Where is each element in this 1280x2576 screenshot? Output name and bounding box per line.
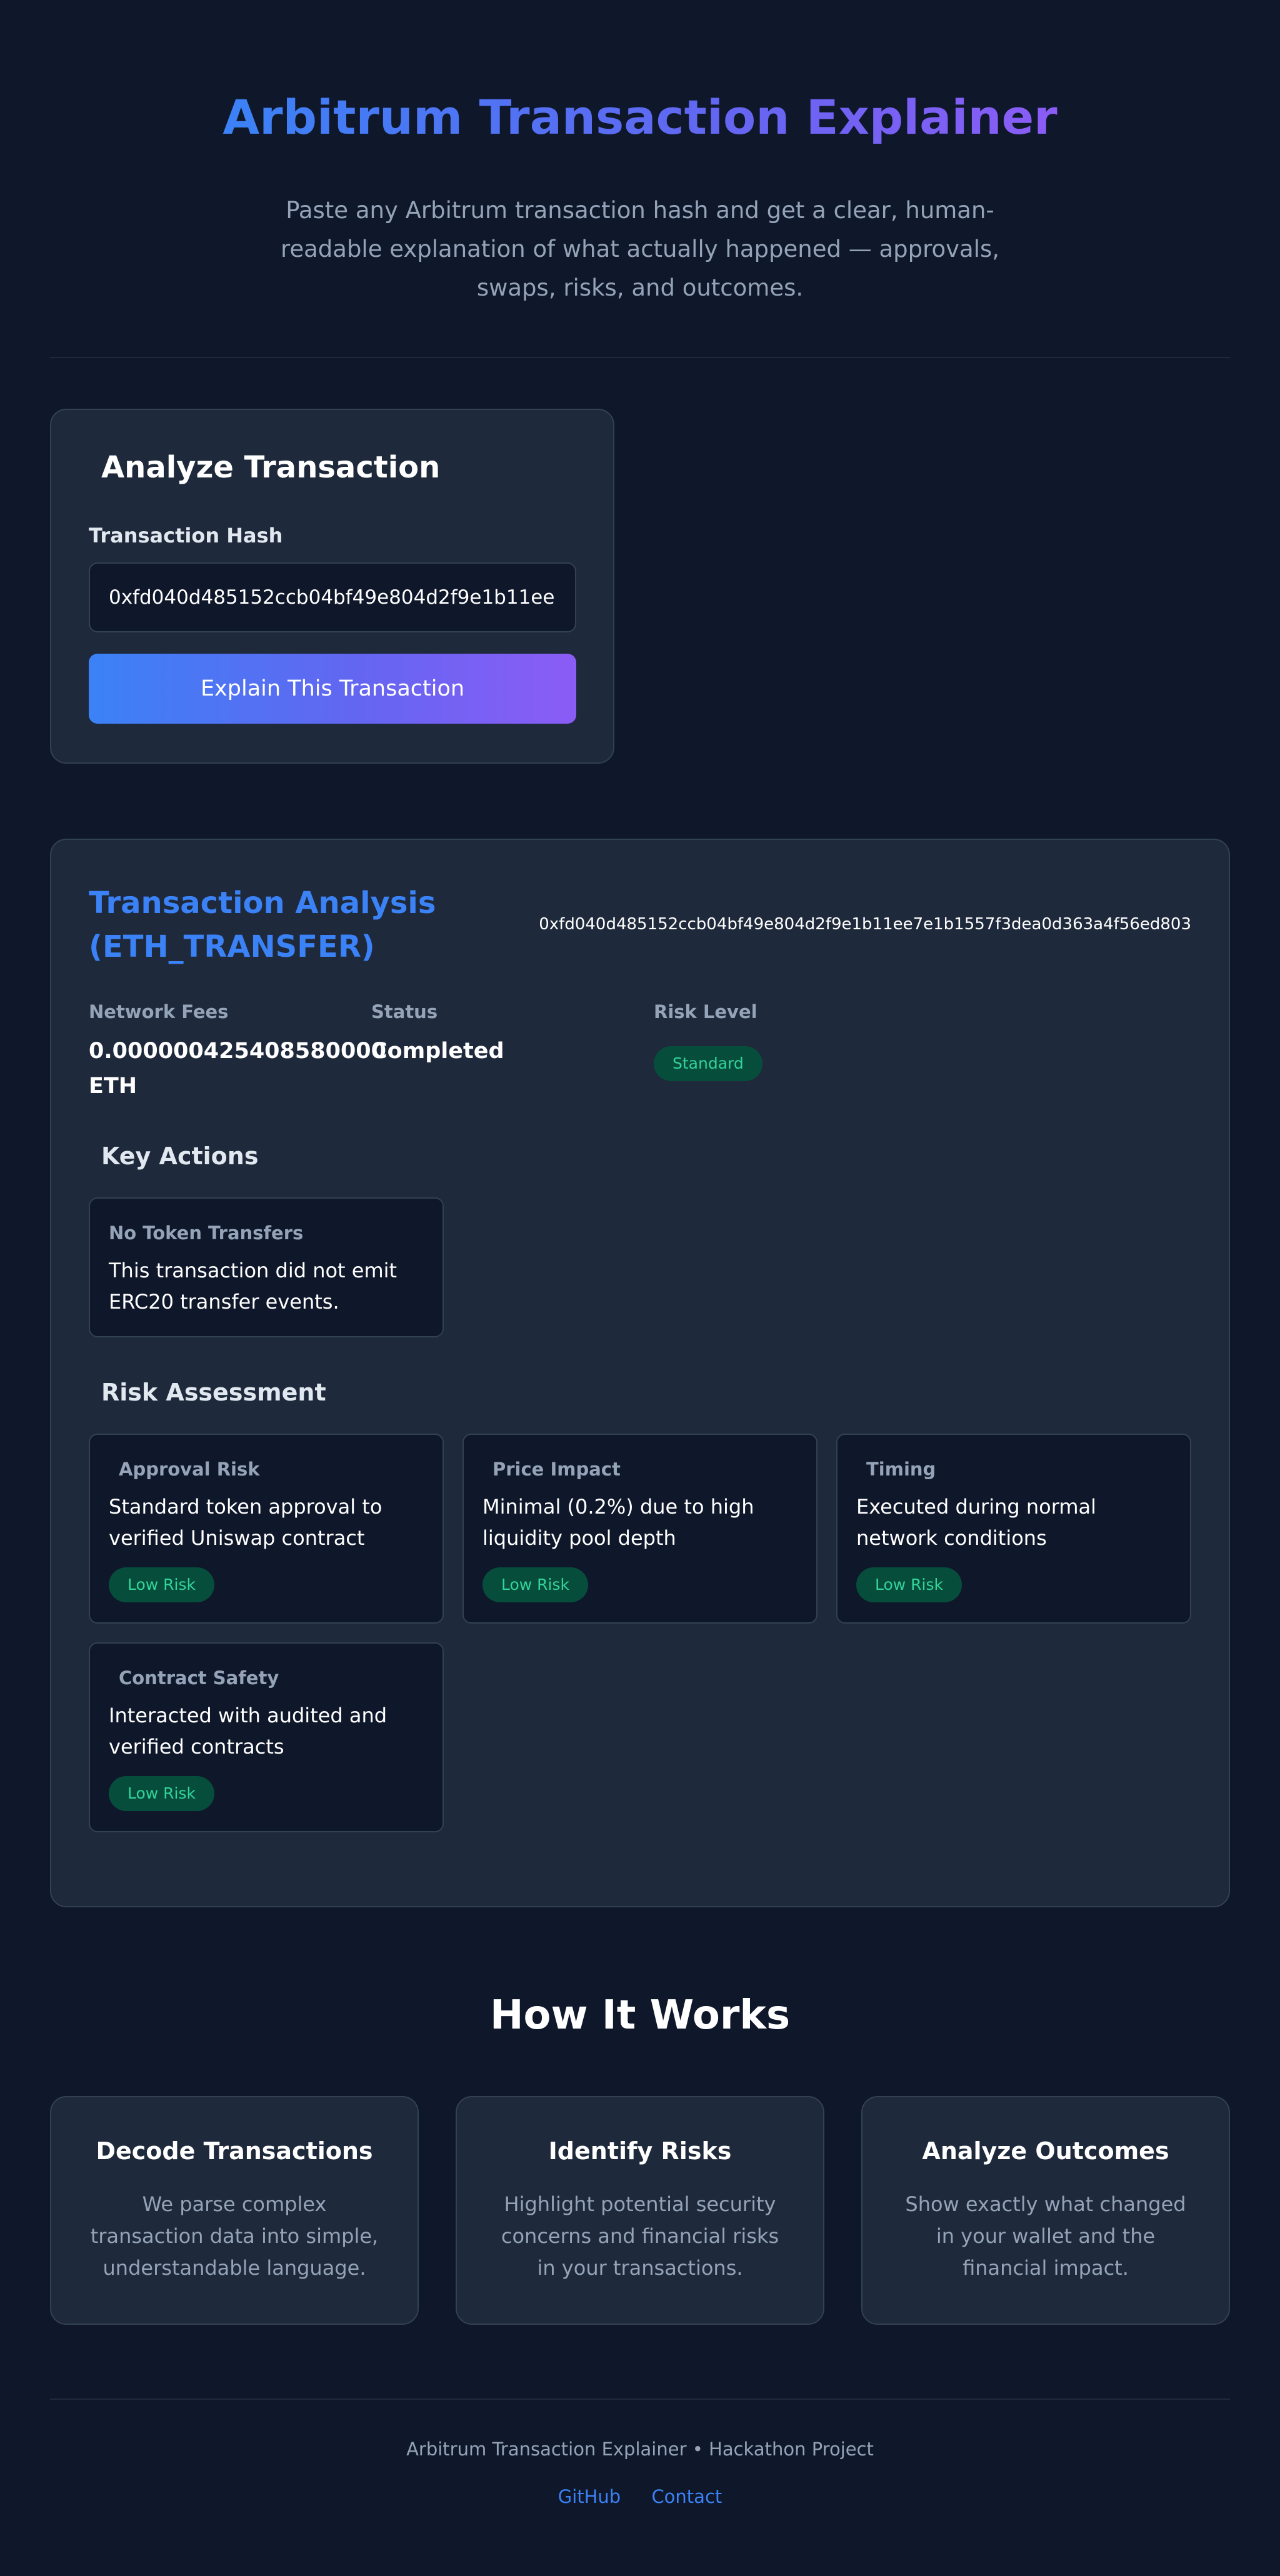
- github-link[interactable]: GitHub: [558, 2486, 621, 2507]
- footer-divider: [50, 2399, 1230, 2400]
- risk-card-price-impact: Price Impact Minimal (0.2%) due to high …: [462, 1434, 818, 1624]
- feature-title: Identify Risks: [548, 2137, 732, 2165]
- risk-card-approval: Approval Risk Standard token approval to…: [89, 1434, 444, 1624]
- hash-input[interactable]: [89, 562, 576, 632]
- analysis-title: Transaction Analysis (ETH_TRANSFER): [89, 886, 436, 964]
- feature-description: Highlight potential security concerns an…: [501, 2192, 779, 2280]
- page-title-text: Arbitrum Transaction Explainer: [222, 89, 1058, 145]
- status-label: Status: [371, 1001, 438, 1022]
- analyze-card: Analyze Transaction Transaction Hash Exp…: [50, 409, 614, 764]
- risk-card-text: Minimal (0.2%) due to high liquidity poo…: [482, 1495, 754, 1550]
- low-risk-badge: Low Risk: [109, 1776, 214, 1811]
- page-subtitle: Paste any Arbitrum transaction hash and …: [280, 197, 1000, 301]
- feature-card-decode: Decode Transactions We parse complex tra…: [50, 2096, 419, 2325]
- feature-card-outcomes: Analyze Outcomes Show exactly what chang…: [861, 2096, 1230, 2325]
- explain-button[interactable]: Explain This Transaction: [89, 654, 576, 724]
- risk-card-text: Executed during normal network condition…: [856, 1495, 1096, 1550]
- risk-card-text: Interacted with audited and verified con…: [109, 1704, 388, 1759]
- footer-links: GitHub Contact: [0, 2486, 1280, 2507]
- feature-title: Analyze Outcomes: [922, 2137, 1169, 2165]
- footer-text: Arbitrum Transaction Explainer • Hackath…: [406, 2439, 874, 2460]
- low-risk-badge: Low Risk: [482, 1567, 588, 1602]
- fees-value: 0.000000425408580000 ETH: [89, 1039, 387, 1099]
- contact-link[interactable]: Contact: [651, 2486, 722, 2507]
- risk-card-text: Standard token approval to verified Unis…: [109, 1495, 382, 1550]
- key-actions-heading: Key Actions: [101, 1142, 259, 1170]
- risk-level-badge: Standard: [654, 1046, 762, 1081]
- feature-description: We parse complex transaction data into s…: [90, 2192, 379, 2280]
- risk-card-title: Timing: [866, 1459, 936, 1480]
- analysis-hash: 0xfd040d485152ccb04bf49e804d2f9e1b11ee7e…: [539, 915, 1191, 934]
- page: Arbitrum Transaction Explainer Paste any…: [0, 0, 1280, 2576]
- low-risk-badge: Low Risk: [856, 1567, 962, 1602]
- fees-label: Network Fees: [89, 1001, 229, 1022]
- risk-card-contract-safety: Contract Safety Interacted with audited …: [89, 1642, 444, 1832]
- risk-card-title: Price Impact: [492, 1459, 621, 1480]
- key-action-text: This transaction did not emit ERC20 tran…: [109, 1259, 398, 1314]
- risk-card-timing: Timing Executed during normal network co…: [836, 1434, 1191, 1624]
- analyze-title: Analyze Transaction: [101, 450, 441, 485]
- hash-label: Transaction Hash: [89, 524, 283, 547]
- how-it-works-title: How It Works: [489, 1992, 791, 2039]
- feature-title: Decode Transactions: [96, 2137, 373, 2165]
- analysis-card: Transaction Analysis (ETH_TRANSFER) 0xfd…: [50, 839, 1230, 1907]
- risk-card-title: Contract Safety: [119, 1667, 279, 1689]
- feature-card-risks: Identify Risks Highlight potential secur…: [456, 2096, 824, 2325]
- low-risk-badge: Low Risk: [109, 1567, 214, 1602]
- page-title: Arbitrum Transaction Explainer: [0, 86, 1280, 149]
- key-action-card: No Token Transfers This transaction did …: [89, 1197, 444, 1337]
- risk-assessment-heading: Risk Assessment: [101, 1379, 326, 1406]
- status-value: Completed: [371, 1039, 504, 1064]
- key-action-title: No Token Transfers: [109, 1222, 304, 1244]
- header-divider: [50, 357, 1230, 358]
- risk-level-label: Risk Level: [654, 1001, 758, 1022]
- feature-description: Show exactly what changed in your wallet…: [905, 2192, 1186, 2280]
- risk-card-title: Approval Risk: [119, 1459, 260, 1480]
